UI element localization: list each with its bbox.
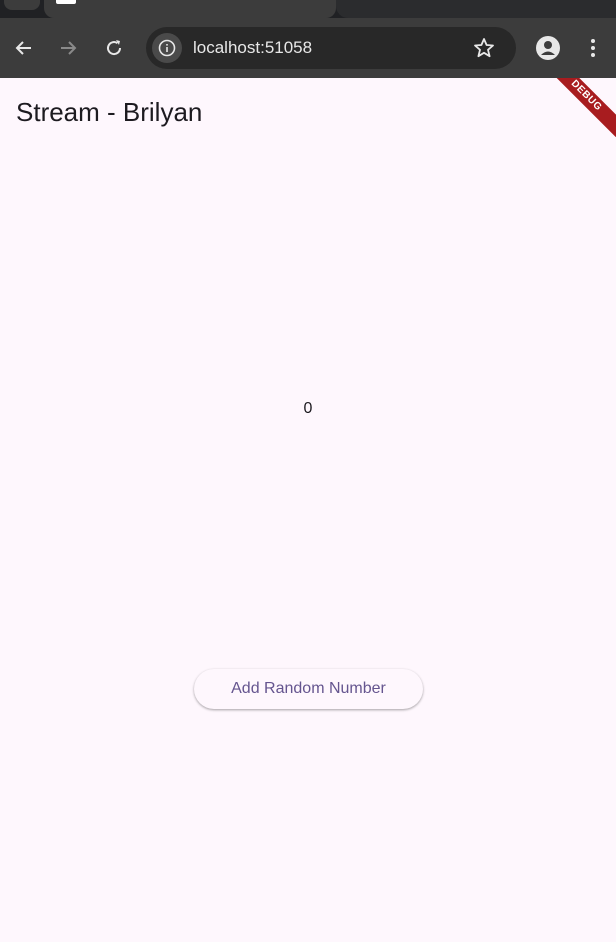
page-title: Stream - Brilyan [16, 97, 203, 127]
info-icon [158, 39, 176, 57]
active-tab[interactable] [44, 0, 336, 18]
forward-button[interactable] [53, 33, 83, 63]
address-bar[interactable]: localhost:51058 [146, 27, 516, 69]
debug-banner: DEBUG [544, 78, 616, 138]
person-icon [536, 36, 560, 60]
reload-button[interactable] [99, 33, 129, 63]
stream-value: 0 [303, 400, 313, 417]
star-icon [474, 38, 494, 58]
tab-search-button[interactable] [4, 0, 40, 10]
arrow-left-icon [15, 41, 31, 55]
url-text[interactable]: localhost:51058 [193, 38, 312, 58]
back-button[interactable] [9, 33, 39, 63]
profile-button[interactable] [533, 33, 563, 63]
browser-toolbar: localhost:51058 [0, 0, 616, 78]
bookmark-button[interactable] [472, 36, 496, 60]
arrow-right-icon [61, 41, 77, 55]
debug-banner-container: DEBUG [540, 78, 616, 154]
site-info-button[interactable] [152, 33, 182, 63]
reload-icon [107, 40, 122, 56]
inactive-tab[interactable] [336, 0, 616, 18]
browser-menu-button[interactable] [578, 33, 608, 63]
tab-strip [0, 0, 616, 18]
vertical-dots-icon [591, 39, 595, 57]
tab-favicon-icon [56, 0, 76, 4]
add-random-number-button[interactable]: Add Random Number [194, 669, 423, 709]
